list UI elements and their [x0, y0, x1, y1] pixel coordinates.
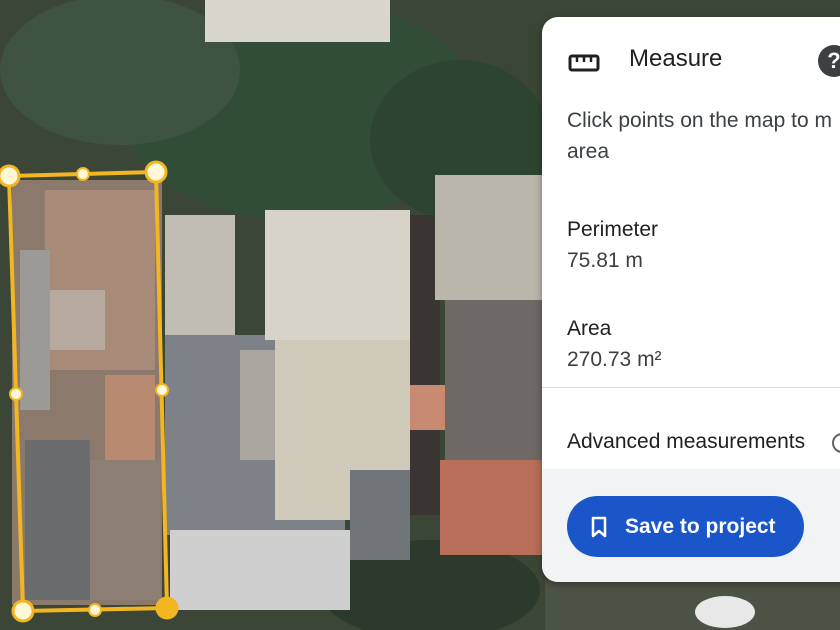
building-roof	[240, 350, 280, 460]
building-roof	[265, 210, 410, 340]
advanced-measurements-toggle[interactable]: Advanced measurements	[567, 430, 805, 454]
area-label: Area	[567, 317, 612, 340]
save-button-label: Save to project	[625, 514, 776, 538]
building-roof	[205, 0, 390, 42]
area-value: 270.73 m²	[567, 348, 662, 371]
ground	[545, 580, 840, 630]
building-roof	[410, 385, 445, 430]
polygon-midpoint-handle[interactable]	[88, 603, 102, 617]
perimeter-value: 75.81 m	[567, 249, 643, 272]
polygon-midpoint-handle[interactable]	[76, 167, 90, 181]
divider	[542, 387, 840, 388]
tree-canopy	[0, 0, 240, 145]
polygon-vertex-handle[interactable]	[144, 160, 168, 184]
polygon-vertex-handle-active[interactable]	[155, 596, 179, 620]
instructions-text: Click points on the map to m area	[567, 109, 832, 163]
polygon-vertex-handle[interactable]	[0, 164, 21, 188]
save-to-project-button[interactable]: Save to project	[567, 496, 804, 557]
building-roof	[170, 530, 350, 610]
help-icon[interactable]: ?	[818, 45, 840, 77]
polygon-midpoint-handle[interactable]	[9, 387, 23, 401]
measure-panel: Measure ? Click points on the map to m a…	[542, 17, 840, 582]
polygon-vertex-handle[interactable]	[11, 599, 35, 623]
ruler-icon	[568, 54, 600, 72]
building-roof	[105, 375, 155, 460]
bookmark-icon	[591, 516, 607, 538]
building-roof	[445, 300, 545, 460]
perimeter-label: Perimeter	[567, 218, 659, 241]
building-roof	[50, 290, 105, 350]
polygon-midpoint-handle[interactable]	[155, 383, 169, 397]
car	[695, 596, 755, 628]
building-roof	[165, 215, 235, 335]
building-roof	[350, 470, 410, 560]
building-roof	[440, 460, 542, 555]
building-roof	[20, 250, 50, 410]
building-roof	[435, 175, 545, 300]
panel-title: Measure	[629, 45, 723, 72]
building-roof	[90, 460, 160, 600]
info-icon[interactable]	[832, 433, 840, 453]
building-roof	[25, 440, 90, 600]
